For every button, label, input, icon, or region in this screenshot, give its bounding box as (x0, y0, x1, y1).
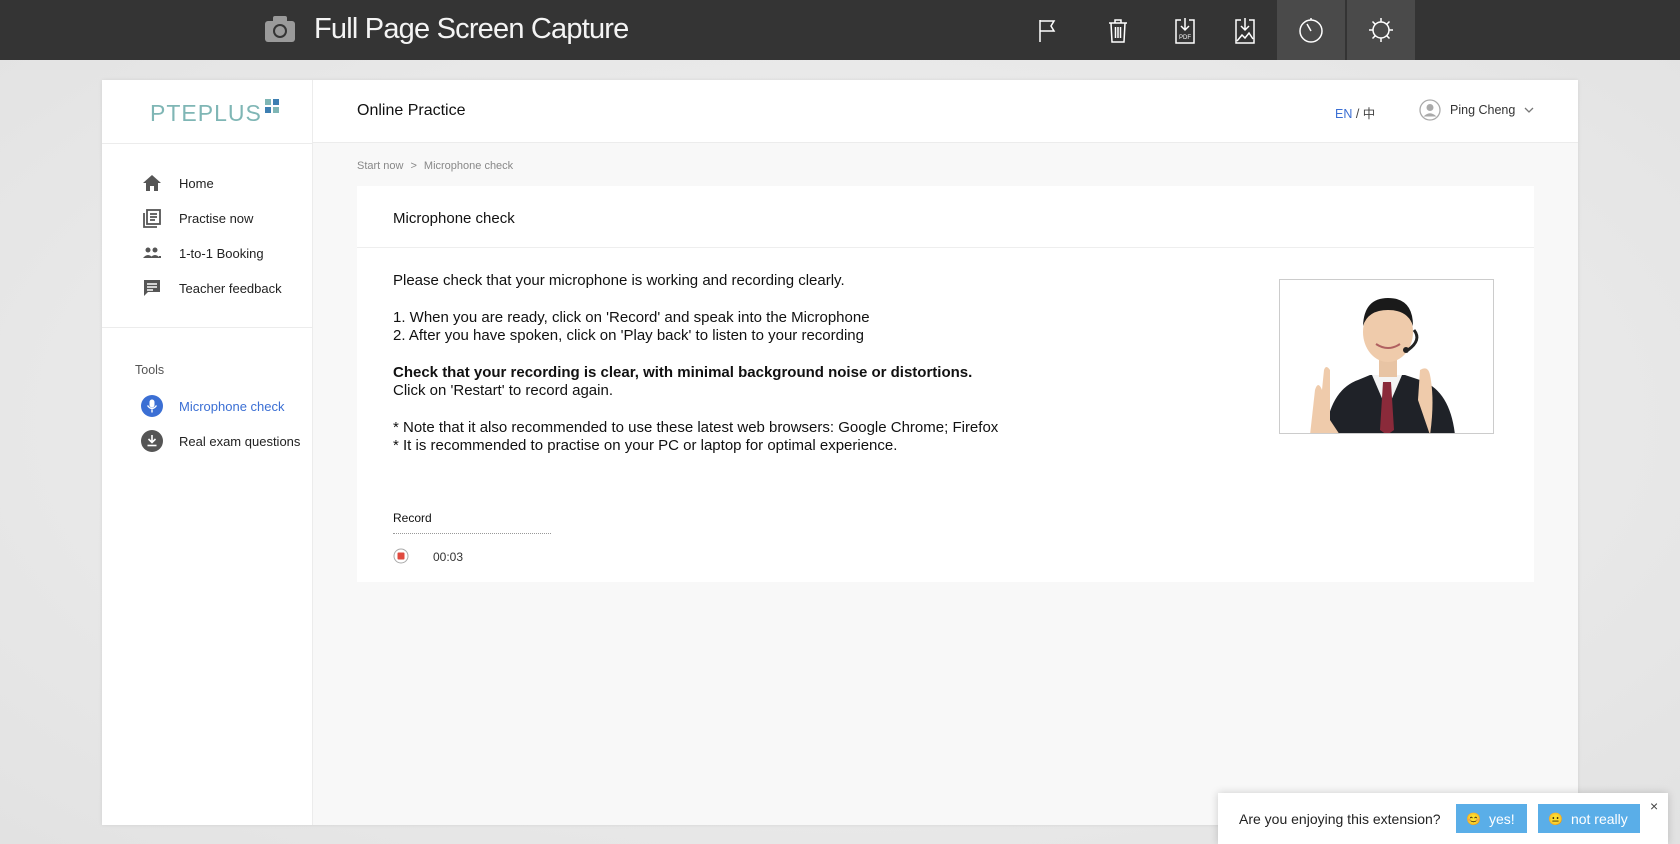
sidebar-divider (102, 143, 313, 144)
sidebar-item-teacher-feedback[interactable]: Teacher feedback (140, 275, 282, 301)
language-switcher: EN / 中 (1335, 103, 1375, 122)
user-menu[interactable]: Ping Cheng (1419, 99, 1535, 121)
extension-toolbar: Full Page Screen Capture PDF (0, 0, 1680, 60)
panel-header: Microphone check (357, 186, 1534, 248)
download-pdf-button[interactable]: PDF (1151, 0, 1219, 60)
logo-text: PTEPLUS (150, 99, 262, 126)
instruction-step-2: 2. After you have spoken, click on 'Play… (393, 327, 864, 344)
instruction-browser-note: * Note that it also recommended to use t… (393, 418, 999, 436)
app-window: PTEPLUS Home Practise now 1-to-1 Booking… (102, 80, 1578, 825)
trash-icon (1109, 19, 1127, 43)
feedback-icon (140, 276, 164, 300)
sidebar-item-label: Home (179, 175, 214, 191)
close-icon[interactable]: × (1650, 798, 1658, 814)
instruction-device-note: * It is recommended to practise on your … (393, 437, 898, 454)
extension-title: Full Page Screen Capture (314, 13, 629, 45)
feedback-yes-button[interactable]: 😊 yes! (1456, 804, 1527, 833)
sidebar-item-label: 1-to-1 Booking (179, 245, 264, 261)
download-pdf-icon: PDF (1175, 18, 1195, 44)
gear-icon (1369, 18, 1393, 42)
svg-text:PDF: PDF (1179, 35, 1191, 41)
feedback-yes-label: yes! (1488, 810, 1515, 827)
breadcrumb-separator: > (410, 160, 417, 172)
list-icon (140, 206, 164, 230)
instructions: Please check that your microphone is wor… (393, 272, 1033, 456)
breadcrumb-start-now[interactable]: Start now (357, 160, 403, 172)
people-icon (140, 241, 164, 265)
sidebar-item-home[interactable]: Home (140, 170, 214, 196)
panel-title: Microphone check (393, 210, 515, 227)
language-zh[interactable]: 中 (1363, 107, 1376, 121)
page-title: Online Practice (357, 102, 466, 119)
feedback-not-really-button[interactable]: 😐 not really (1538, 804, 1640, 833)
record-timer: 00:03 (433, 550, 464, 564)
user-avatar-icon (1419, 99, 1441, 121)
instruction-step-1: 1. When you are ready, click on 'Record'… (393, 308, 870, 326)
sidebar: PTEPLUS Home Practise now 1-to-1 Booking… (102, 80, 313, 825)
camera-icon (265, 16, 295, 42)
logo-mark-icon (264, 99, 279, 113)
chevron-down-icon (1524, 107, 1534, 113)
microphone-icon (140, 394, 164, 418)
sidebar-item-microphone-check[interactable]: Microphone check (140, 393, 285, 419)
download-circle-icon (140, 429, 164, 453)
microphone-check-panel: Microphone check Please check that your … (357, 186, 1534, 582)
settings-button[interactable] (1347, 0, 1415, 60)
record-button[interactable] (393, 548, 409, 564)
download-image-button[interactable] (1211, 0, 1279, 60)
breadcrumb: Start now > Microphone check (357, 160, 513, 172)
record-divider (393, 533, 551, 534)
header: Online Practice EN / 中 Ping Cheng (313, 80, 1578, 143)
neutral-face-icon: 😐 (1548, 811, 1563, 826)
sidebar-item-label: Microphone check (179, 398, 285, 414)
main-content: Online Practice EN / 中 Ping Cheng Start … (313, 80, 1578, 825)
headset-person-image (1279, 279, 1494, 434)
flag-button[interactable] (1013, 0, 1081, 60)
logo[interactable]: PTEPLUS (150, 98, 280, 128)
feedback-no-label: not really (1570, 810, 1628, 827)
language-separator: / (1352, 107, 1363, 121)
sidebar-item-booking[interactable]: 1-to-1 Booking (140, 240, 264, 266)
timer-icon (1299, 18, 1323, 43)
flag-icon (1039, 20, 1056, 42)
smile-icon: 😊 (1466, 811, 1481, 826)
language-en[interactable]: EN (1335, 107, 1352, 121)
home-icon (140, 171, 164, 195)
sidebar-item-label: Real exam questions (179, 433, 301, 449)
download-image-icon (1235, 18, 1255, 44)
record-label: Record (393, 511, 432, 525)
tools-heading: Tools (135, 363, 165, 377)
user-name: Ping Cheng (1450, 103, 1516, 117)
instruction-restart-note: Click on 'Restart' to record again. (393, 382, 613, 399)
sidebar-divider (102, 327, 313, 328)
extension-feedback-popup: Are you enjoying this extension? 😊 yes! 😐… (1218, 793, 1668, 844)
sidebar-item-practise-now[interactable]: Practise now (140, 205, 253, 231)
sidebar-item-label: Teacher feedback (179, 280, 282, 296)
feedback-question: Are you enjoying this extension? (1239, 811, 1441, 827)
trash-button[interactable] (1084, 0, 1152, 60)
sidebar-item-real-exam-questions[interactable]: Real exam questions (140, 428, 300, 454)
sidebar-item-label: Practise now (179, 210, 254, 226)
timer-button[interactable] (1277, 0, 1345, 60)
instruction-bold-note: Check that your recording is clear, with… (393, 363, 973, 381)
instruction-intro: Please check that your microphone is wor… (393, 272, 845, 289)
breadcrumb-current: Microphone check (423, 160, 514, 172)
